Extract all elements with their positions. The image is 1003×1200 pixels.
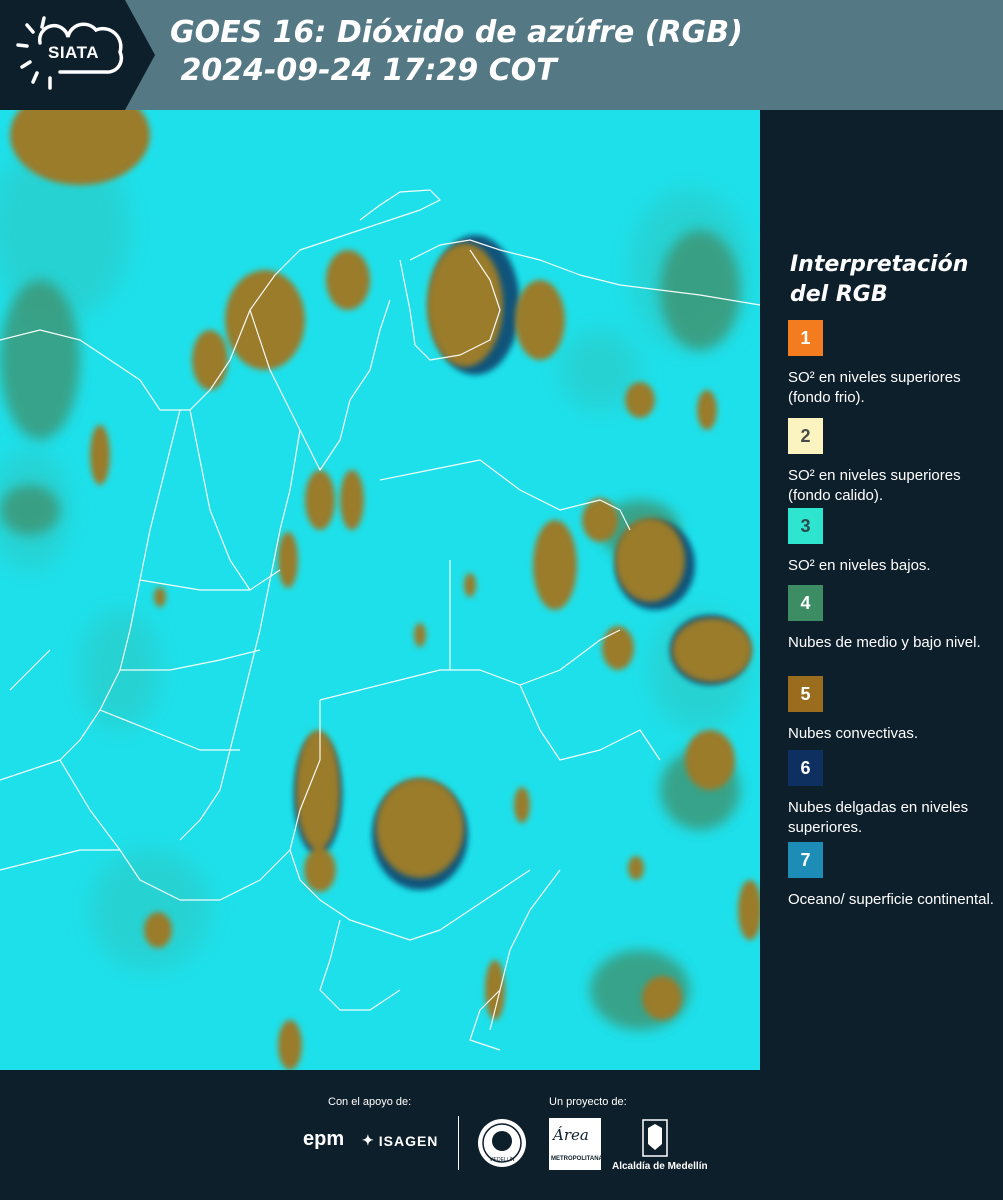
legend-label: Oceano/ superficie continental. [788,891,994,908]
legend-item-4: 4 Nubes de medio y bajo nivel. [788,585,998,653]
legend-item-6: 6 Nubes delgadas en niveles superiores. [788,750,998,838]
legend-label: SO² en niveles superiores (fondo calido)… [788,467,961,504]
legend-swatch: 1 [788,320,823,356]
alcaldia-logo-text: Alcaldía de Medellín [612,1161,708,1172]
logo-text: SIATA [48,43,99,62]
legend-label: SO² en niveles superiores (fondo frio). [788,369,961,406]
medellin-seal-icon: MEDELLÍN [478,1119,526,1167]
legend-title: Interpretación del RGB [790,250,990,310]
alcaldia-crest-icon [642,1119,668,1157]
legend-title-line-1: Interpretación [790,252,969,277]
legend-item-5: 5 Nubes convectivas. [788,676,998,744]
title-line-2: 2024-09-24 17:29 COT [170,53,557,88]
satellite-image [0,110,760,1070]
project-label: Un proyecto de: [549,1096,627,1108]
legend-item-1: 1 SO² en niveles superiores (fondo frio)… [788,320,998,408]
legend-swatch: 4 [788,585,823,621]
legend-title-line-2: del RGB [790,282,888,307]
legend-swatch: 5 [788,676,823,712]
isagen-logo-text: ISAGEN [378,1132,439,1149]
legend-swatch: 3 [788,508,823,544]
legend-label: Nubes convectivas. [788,725,919,742]
legend-item-2: 2 SO² en niveles superiores (fondo calid… [788,418,998,506]
legend-label: Nubes de medio y bajo nivel. [788,634,981,651]
legend-item-7: 7 Oceano/ superficie continental. [788,842,998,910]
legend-label: Nubes delgadas en niveles superiores. [788,799,969,836]
header-bar: SIATA GOES 16: Dióxido de azúfre (RGB) 2… [0,0,1003,110]
support-label: Con el apoyo de: [328,1096,412,1108]
isagen-logo: ✦ ISAGEN [362,1132,438,1149]
epm-logo: epm [303,1128,345,1150]
legend-swatch: 2 [788,418,823,454]
siata-logo: SIATA [0,0,155,110]
isagen-mark-icon: ✦ [362,1132,375,1148]
title-line-1: GOES 16: Dióxido de azúfre (RGB) [170,15,743,50]
footer-divider [458,1116,459,1170]
page-title: GOES 16: Dióxido de azúfre (RGB) 2024-09… [170,14,743,90]
legend-panel: Interpretación del RGB 1 SO² en niveles … [760,110,1003,1070]
seal-text: MEDELLÍN [489,1156,514,1163]
legend-label: SO² en niveles bajos. [788,557,931,574]
legend-item-3: 3 SO² en niveles bajos. [788,508,998,576]
legend-swatch: 6 [788,750,823,786]
area-logo-text: Área [553,1126,589,1144]
satellite-map[interactable] [0,110,760,1070]
footer: Con el apoyo de: Un proyecto de: epm ✦ IS… [0,1070,1003,1200]
legend-swatch: 7 [788,842,823,878]
area-logo-subtext: METROPOLITANA [551,1156,603,1162]
